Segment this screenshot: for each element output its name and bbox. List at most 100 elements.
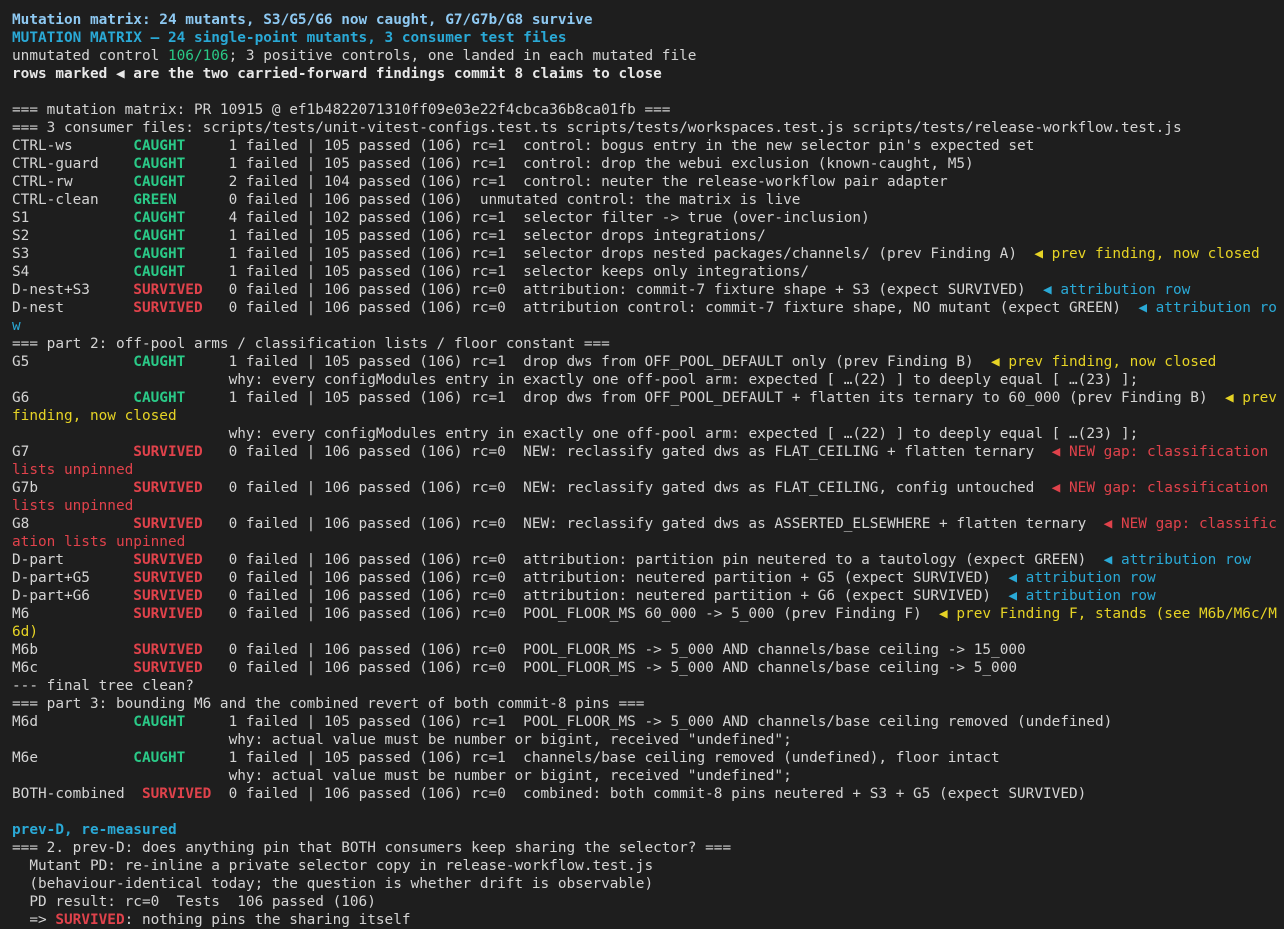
text-segment: 0 failed | 106 passed (106) rc=0 combine… xyxy=(211,786,1087,802)
section-header: === 3 consumer files: scripts/tests/unit… xyxy=(12,119,1284,137)
text-segment: M6 xyxy=(12,606,134,622)
prev-d-line: Mutant PD: re-inline a private selector … xyxy=(12,857,1284,875)
text-segment: 0 failed | 106 passed (106) rc=0 POOL_FL… xyxy=(202,660,1018,676)
text-segment: CAUGHT xyxy=(133,228,186,244)
text-segment: why: actual value must be number or bigi… xyxy=(12,768,792,784)
text-segment: (behaviour-identical today; the question… xyxy=(12,876,654,892)
matrix-row: S3 CAUGHT 1 failed | 105 passed (106) rc… xyxy=(12,245,1284,263)
matrix-row: D-nest SURVIVED 0 failed | 106 passed (1… xyxy=(12,299,1284,335)
text-segment: GREEN xyxy=(133,192,177,208)
text-segment: CTRL-clean xyxy=(12,192,134,208)
section-header: === part 3: bounding M6 and the combined… xyxy=(12,695,1284,713)
text-segment: CAUGHT xyxy=(133,750,186,766)
text-segment: === 3 consumer files: scripts/tests/unit… xyxy=(12,120,1182,136)
section-header: --- final tree clean? xyxy=(12,677,1284,695)
text-segment: SURVIVED xyxy=(133,300,203,316)
text-segment: 2 failed | 104 passed (106) rc=1 control… xyxy=(185,174,948,190)
matrix-row: M6 SURVIVED 0 failed | 106 passed (106) … xyxy=(12,605,1284,641)
text-segment: 0 failed | 106 passed (106) rc=0 NEW: re… xyxy=(202,444,1052,460)
text-segment: 1 failed | 105 passed (106) rc=1 selecto… xyxy=(185,228,766,244)
text-segment: 1 failed | 105 passed (106) rc=1 control… xyxy=(185,138,1035,154)
text-segment: M6e xyxy=(12,750,134,766)
matrix-row: M6b SURVIVED 0 failed | 106 passed (106)… xyxy=(12,641,1284,659)
text-segment: CAUGHT xyxy=(133,264,186,280)
text-segment: why: every configModules entry in exactl… xyxy=(12,426,1139,442)
text-segment: ◀ prev finding, now closed xyxy=(991,354,1217,370)
text-segment: 0 failed | 106 passed (106) rc=0 NEW: re… xyxy=(202,480,1052,496)
text-segment: D-part+G5 xyxy=(12,570,134,586)
matrix-row: CTRL-guard CAUGHT 1 failed | 105 passed … xyxy=(12,155,1284,173)
text-segment: 0 failed | 106 passed (106) rc=0 POOL_FL… xyxy=(202,642,1026,658)
text-segment: 0 failed | 106 passed (106) rc=0 attribu… xyxy=(202,300,1139,316)
text-segment: S1 xyxy=(12,210,134,226)
terminal-output: Mutation matrix: 24 mutants, S3/G5/G6 no… xyxy=(0,0,1284,928)
text-segment: Mutation matrix: 24 mutants, S3/G5/G6 no… xyxy=(12,12,593,28)
matrix-row: BOTH-combined SURVIVED 0 failed | 106 pa… xyxy=(12,785,1284,803)
text-segment: SURVIVED xyxy=(133,660,203,676)
text-segment: SURVIVED xyxy=(133,588,203,604)
text-segment: G5 xyxy=(12,354,134,370)
matrix-row: M6c SURVIVED 0 failed | 106 passed (106)… xyxy=(12,659,1284,677)
text-segment: ◀ attribution row xyxy=(1008,588,1156,604)
text-segment: SURVIVED xyxy=(133,552,203,568)
text-segment: 0 failed | 106 passed (106) rc=0 attribu… xyxy=(202,552,1104,568)
prev-d-line: => SURVIVED: nothing pins the sharing it… xyxy=(12,911,1284,929)
prev-d-line: (behaviour-identical today; the question… xyxy=(12,875,1284,893)
text-segment: 0 failed | 106 passed (106) rc=0 attribu… xyxy=(202,282,1044,298)
text-segment: ◀ attribution row xyxy=(1103,552,1251,568)
text-segment: BOTH-combined xyxy=(12,786,142,802)
text-segment: SURVIVED xyxy=(141,786,212,802)
text-segment: --- final tree clean? xyxy=(12,678,194,694)
text-segment: Mutant PD: re-inline a private selector … xyxy=(12,858,654,874)
text-segment: G8 xyxy=(12,516,134,532)
text-segment: 1 failed | 105 passed (106) rc=1 control… xyxy=(185,156,974,172)
text-segment: prev-D, re-measured xyxy=(12,822,177,838)
text-segment: CAUGHT xyxy=(133,156,186,172)
text-segment: SURVIVED xyxy=(133,606,203,622)
text-segment: why: actual value must be number or bigi… xyxy=(12,732,792,748)
text-segment: M6c xyxy=(12,660,134,676)
text-segment: CAUGHT xyxy=(133,210,186,226)
text-segment: CTRL-rw xyxy=(12,174,134,190)
text-segment: D-nest+S3 xyxy=(12,282,134,298)
why-line: why: every configModules entry in exactl… xyxy=(12,425,1284,443)
text-segment: SURVIVED xyxy=(55,912,125,928)
text-segment: === mutation matrix: PR 10915 @ ef1b4822… xyxy=(12,102,671,118)
text-segment: MUTATION MATRIX — 24 single-point mutant… xyxy=(12,30,567,46)
text-segment: CAUGHT xyxy=(133,390,186,406)
matrix-row: CTRL-clean GREEN 0 failed | 106 passed (… xyxy=(12,191,1284,209)
text-segment: : nothing pins the sharing itself xyxy=(124,912,411,928)
section-header: === mutation matrix: PR 10915 @ ef1b4822… xyxy=(12,101,1284,119)
text-segment: 0 failed | 106 passed (106) unmutated co… xyxy=(176,192,801,208)
matrix-row: S4 CAUGHT 1 failed | 105 passed (106) rc… xyxy=(12,263,1284,281)
section-header: === 2. prev-D: does anything pin that BO… xyxy=(12,839,1284,857)
text-segment: 0 failed | 106 passed (106) rc=0 attribu… xyxy=(202,588,1009,604)
text-segment: CAUGHT xyxy=(133,246,186,262)
text-segment: SURVIVED xyxy=(133,516,203,532)
prev-d-line: PD result: rc=0 Tests 106 passed (106) xyxy=(12,893,1284,911)
matrix-row: CTRL-rw CAUGHT 2 failed | 104 passed (10… xyxy=(12,173,1284,191)
matrix-row: S2 CAUGHT 1 failed | 105 passed (106) rc… xyxy=(12,227,1284,245)
text-segment: 0 failed | 106 passed (106) rc=0 attribu… xyxy=(202,570,1009,586)
why-line: why: every configModules entry in exactl… xyxy=(12,371,1284,389)
matrix-row: G7b SURVIVED 0 failed | 106 passed (106)… xyxy=(12,479,1284,515)
text-segment: S2 xyxy=(12,228,134,244)
text-segment: D-part xyxy=(12,552,134,568)
text-segment: CTRL-ws xyxy=(12,138,134,154)
text-segment: ◀ prev finding, now closed xyxy=(1034,246,1260,262)
why-line: why: actual value must be number or bigi… xyxy=(12,767,1284,785)
prev-d-header: prev-D, re-measured xyxy=(12,821,1284,839)
text-segment: G7 xyxy=(12,444,134,460)
text-segment: SURVIVED xyxy=(133,480,203,496)
matrix-row: D-nest+S3 SURVIVED 0 failed | 106 passed… xyxy=(12,281,1284,299)
text-segment: D-part+G6 xyxy=(12,588,134,604)
text-segment: CAUGHT xyxy=(133,354,186,370)
text-segment: 1 failed | 105 passed (106) rc=1 drop dw… xyxy=(185,390,1225,406)
summary-header: MUTATION MATRIX — 24 single-point mutant… xyxy=(12,29,1284,47)
summary-title: Mutation matrix: 24 mutants, S3/G5/G6 no… xyxy=(12,11,1284,29)
text-segment: SURVIVED xyxy=(133,642,203,658)
section-header: === part 2: off-pool arms / classificati… xyxy=(12,335,1284,353)
text-segment: PD result: rc=0 Tests 106 passed (106) xyxy=(12,894,376,910)
text-segment: => xyxy=(12,912,56,928)
